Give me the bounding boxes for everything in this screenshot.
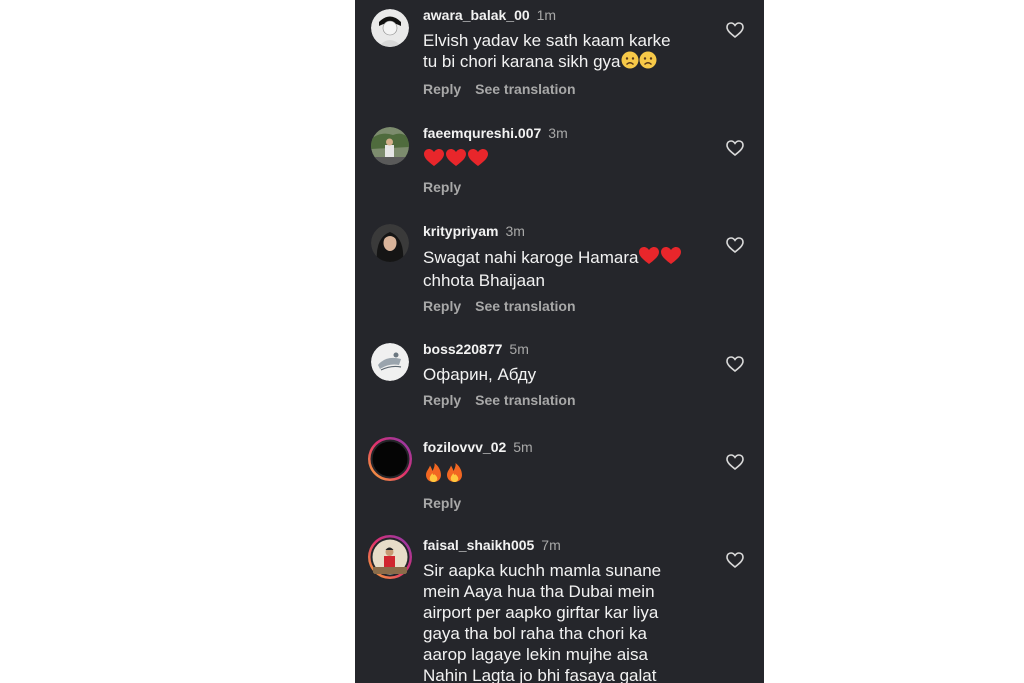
see-translation-button[interactable]: See translation [475,81,575,97]
heart-outline-icon[interactable] [726,356,744,373]
fire-icon [423,462,444,488]
username[interactable]: kritypriyam [423,223,498,239]
red-heart-icon [445,148,467,172]
comment-body: faeemqureshi.007 3m Reply [423,124,708,196]
timestamp: 1m [536,7,557,23]
red-heart-icon [467,148,489,172]
red-heart-icon [638,246,660,270]
comment-actions: Reply [423,178,708,196]
username[interactable]: faeemqureshi.007 [423,125,541,141]
timestamp: 3m [505,223,525,239]
timestamp: 3m [548,125,568,141]
username[interactable]: boss220877 [423,341,502,357]
heart-outline-icon[interactable] [726,552,744,569]
fire-icon [444,462,465,488]
comment-actions: Reply See translation [423,297,708,315]
comment-text: Sir aapka kuchh mamla sunane mein Aaya h… [423,561,662,683]
heart-outline-icon[interactable] [726,22,744,39]
timestamp: 5m [513,439,533,455]
comment-body: fozilovvv_02 5m Reply [423,438,708,512]
reply-button[interactable]: Reply [423,179,461,195]
avatar[interactable] [371,9,409,47]
reply-button[interactable]: Reply [423,392,461,408]
comment-body: boss220877 5m Офарин, Абду Reply See trans… [423,340,708,409]
avatar[interactable] [367,534,413,580]
username[interactable]: faisal_shaikh005 [423,537,534,553]
avatar[interactable] [371,224,409,262]
comment-text: Swagat nahi karoge Hamara chhota Bhaijaa… [423,246,708,291]
comment-actions: Reply See translation [423,80,708,98]
comment-body: faisal_shaikh005 7m Sir aapka kuchh mamla… [423,536,708,683]
red-heart-icon [660,246,682,270]
comment-text [423,148,708,172]
sad-face-icon [639,51,657,74]
see-translation-button[interactable]: See translation [475,392,575,408]
red-heart-icon [423,148,445,172]
timestamp: 7m [541,537,561,553]
comment-text: Офарин, Абду [423,365,537,384]
comment-text [423,462,708,488]
username[interactable]: awara_balak_00 [423,7,530,23]
reply-button[interactable]: Reply [423,81,461,97]
comment-body: kritypriyam 3m Swagat nahi karoge Hamara … [423,222,708,315]
heart-outline-icon[interactable] [726,454,744,471]
comments-panel: awara_balak_00 1m Elvish yadav ke sath ka… [355,0,764,683]
comment-actions: Reply [423,494,708,512]
timestamp: 5m [509,341,529,357]
sad-face-icon [621,51,639,74]
reply-button[interactable]: Reply [423,298,461,314]
heart-outline-icon[interactable] [726,140,744,157]
username[interactable]: fozilovvv_02 [423,439,506,455]
comment-body: awara_balak_00 1m Elvish yadav ke sath ka… [423,6,708,98]
reply-button[interactable]: Reply [423,495,461,511]
avatar[interactable] [371,127,409,165]
avatar[interactable] [367,436,413,482]
see-translation-button[interactable]: See translation [475,298,575,314]
heart-outline-icon[interactable] [726,237,744,254]
comment-text: Elvish yadav ke sath kaam karke tu bi ch… [423,30,708,74]
comment-actions: Reply See translation [423,391,708,409]
avatar[interactable] [371,343,409,381]
